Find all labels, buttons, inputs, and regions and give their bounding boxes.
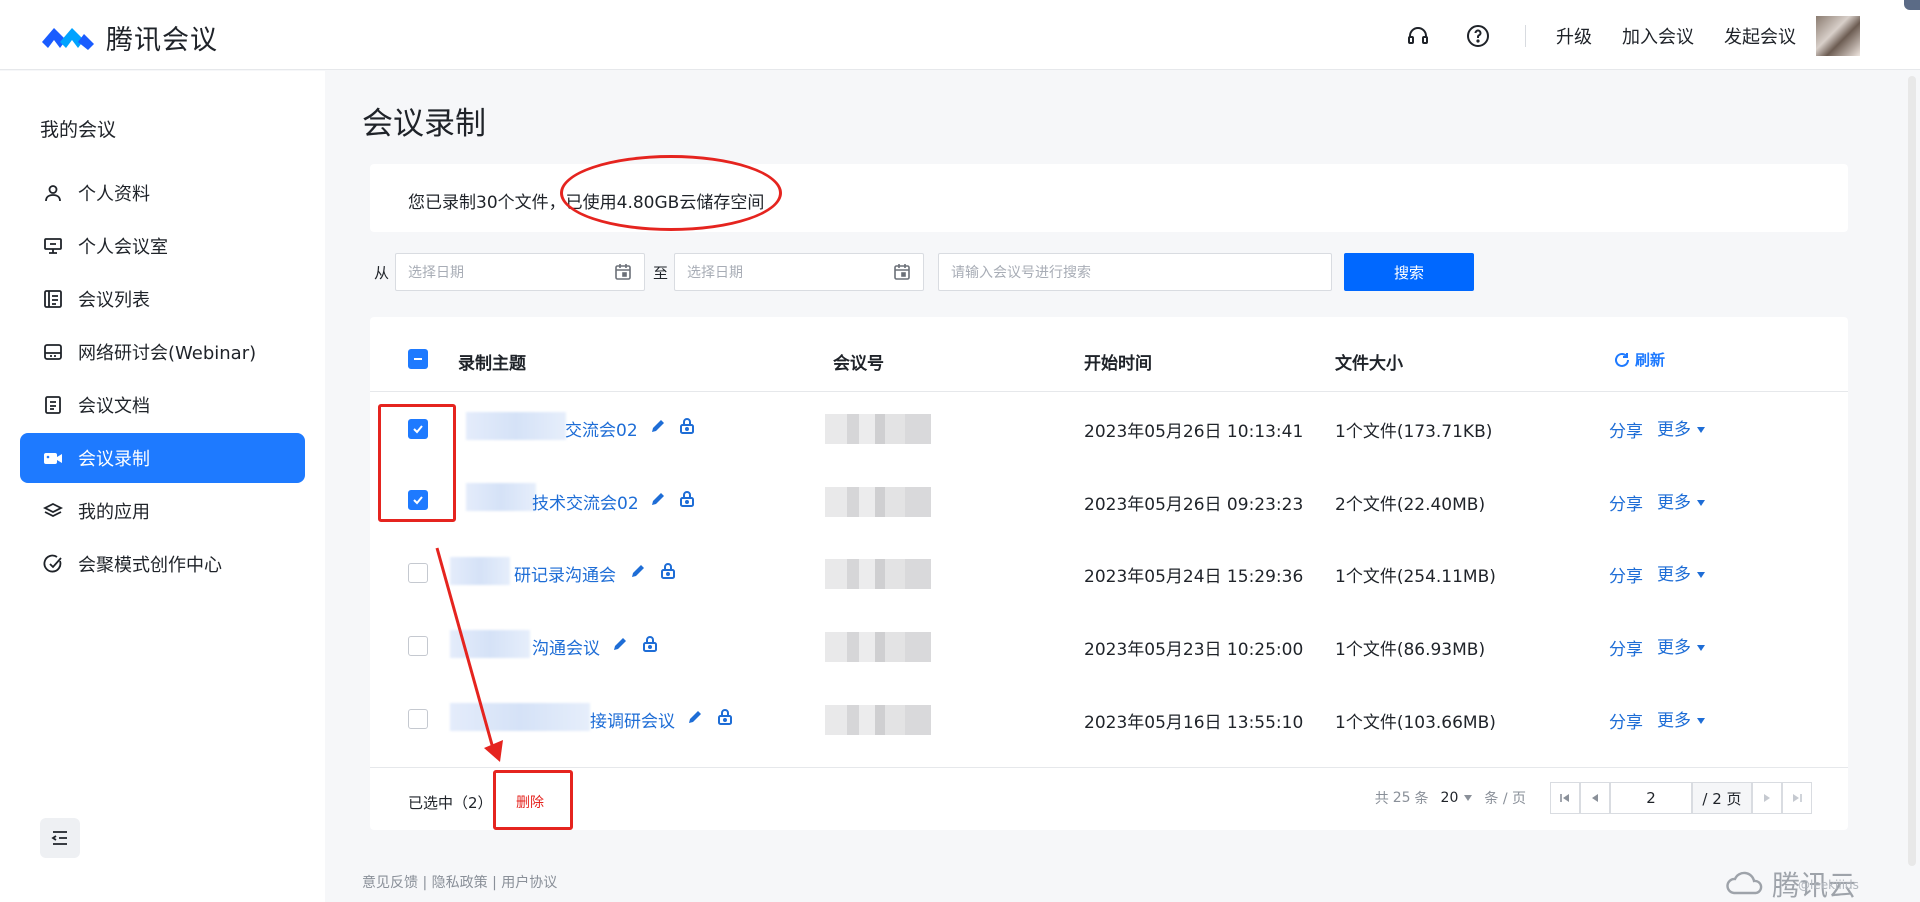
footer-links[interactable]: 意见反馈 | 隐私政策 | 用户协议 [362,872,557,892]
vertical-scrollbar[interactable] [1908,76,1916,866]
annotation-arrow [435,547,503,762]
watermark: 腾讯云 @leekiiids [1724,864,1859,902]
watermark-user: @leekiiids [1798,878,1859,892]
cloud-logo-icon [1726,871,1763,895]
